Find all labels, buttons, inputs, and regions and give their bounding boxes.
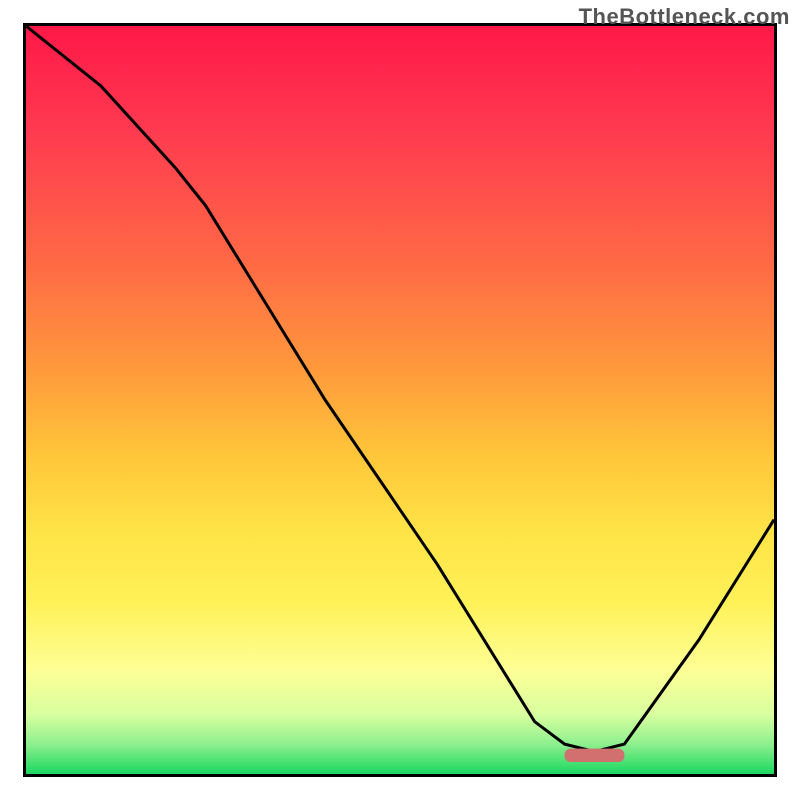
plot-area [23,23,777,777]
optimal-range-marker [26,26,774,774]
watermark-text: TheBottleneck.com [579,4,790,30]
chart-container: TheBottleneck.com [0,0,800,800]
